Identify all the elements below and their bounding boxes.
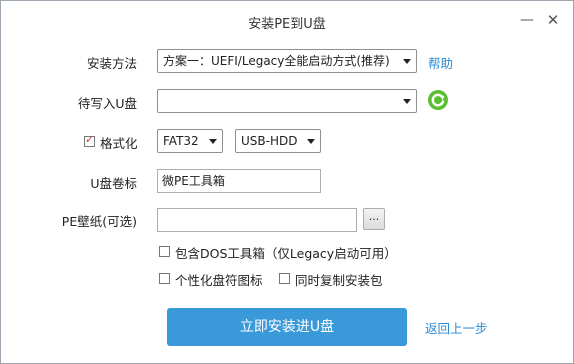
wallpaper-input[interactable] — [157, 208, 357, 232]
chevron-down-icon — [403, 99, 411, 104]
filesystem-select[interactable]: FAT32 — [157, 129, 223, 153]
personalize-icon-label: 个性化盘符图标 — [175, 273, 263, 288]
close-icon[interactable]: ✕ — [543, 10, 563, 30]
format-label: 格式化 — [100, 136, 138, 151]
chevron-down-icon — [307, 139, 315, 144]
copy-installer-label: 同时复制安装包 — [295, 273, 383, 288]
window-title: 安装PE到U盘 — [248, 17, 326, 32]
install-method-value: 方案一：UEFI/Legacy全能启动方式(推荐) — [163, 54, 390, 68]
format-checkbox[interactable] — [84, 133, 95, 147]
install-method-label: 安装方法 — [86, 56, 137, 71]
volume-label-value: 微PE工具箱 — [162, 174, 225, 188]
boot-mode-select[interactable]: USB-HDD — [235, 129, 321, 153]
personalize-icon-checkbox[interactable] — [159, 273, 170, 284]
chevron-down-icon — [403, 59, 411, 64]
dos-toolbox-checkbox[interactable] — [159, 246, 170, 257]
minimize-icon[interactable]: — — [517, 10, 537, 30]
browse-button[interactable]: ... — [363, 208, 385, 230]
refresh-icon[interactable] — [427, 89, 449, 111]
dos-toolbox-label: 包含DOS工具箱（仅Legacy启动可用） — [175, 246, 397, 261]
installer-window: 安装PE到U盘 — ✕ 安装方法 方案一：UEFI/Legacy全能启动方式(推… — [0, 0, 574, 364]
install-method-select[interactable]: 方案一：UEFI/Legacy全能启动方式(推荐) — [157, 49, 417, 73]
wallpaper-label: PE壁纸(可选) — [61, 214, 137, 229]
boot-mode-value: USB-HDD — [241, 134, 298, 148]
title-bar: 安装PE到U盘 — ✕ — [1, 1, 573, 41]
back-link[interactable]: 返回上一步 — [425, 318, 488, 337]
volume-label-input[interactable]: 微PE工具箱 — [157, 169, 321, 193]
chevron-down-icon — [209, 139, 217, 144]
target-drive-label: 待写入U盘 — [77, 96, 137, 111]
target-drive-select[interactable] — [157, 89, 417, 113]
install-button[interactable]: 立即安装进U盘 — [167, 308, 407, 346]
help-link[interactable]: 帮助 — [428, 53, 453, 72]
copy-installer-checkbox[interactable] — [279, 273, 290, 284]
volume-label-label: U盘卷标 — [90, 176, 137, 191]
filesystem-value: FAT32 — [163, 134, 199, 148]
